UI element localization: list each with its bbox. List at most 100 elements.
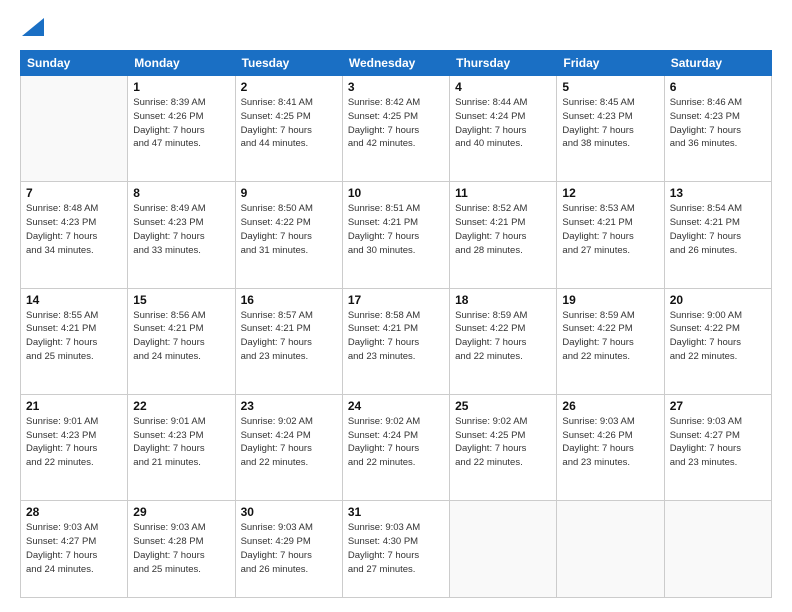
day-info: Sunrise: 9:02 AMSunset: 4:24 PMDaylight:… <box>241 415 337 470</box>
calendar-cell: 23Sunrise: 9:02 AMSunset: 4:24 PMDayligh… <box>235 394 342 500</box>
day-number: 31 <box>348 505 444 519</box>
weekday-header-tuesday: Tuesday <box>235 51 342 76</box>
calendar-cell: 25 Sunrise: 9:02 AMSunset: 4:25 PMDayligh… <box>450 394 557 500</box>
page: SundayMondayTuesdayWednesdayThursdayFrid… <box>0 0 792 612</box>
day-number: 2 <box>241 80 337 94</box>
calendar-table: SundayMondayTuesdayWednesdayThursdayFrid… <box>20 50 772 598</box>
calendar-cell: 20 Sunrise: 9:00 AMSunset: 4:22 PMDayligh… <box>664 288 771 394</box>
day-number: 29 <box>133 505 229 519</box>
day-number: 27 <box>670 399 766 413</box>
calendar-cell: 14 Sunrise: 8:55 AMSunset: 4:21 PMDayligh… <box>21 288 128 394</box>
day-number: 16 <box>241 293 337 307</box>
day-info: Sunrise: 8:58 AMSunset: 4:21 PMDaylight:… <box>348 309 444 364</box>
logo <box>20 18 44 38</box>
calendar-cell: 31 Sunrise: 9:03 AMSunset: 4:30 PMDayligh… <box>342 501 449 598</box>
calendar-cell: 18Sunrise: 8:59 AMSunset: 4:22 PMDayligh… <box>450 288 557 394</box>
day-info: Sunrise: 8:41 AMSunset: 4:25 PMDaylight:… <box>241 96 337 151</box>
calendar-cell: 29 Sunrise: 9:03 AMSunset: 4:28 PMDayligh… <box>128 501 235 598</box>
calendar-cell: 26Sunrise: 9:03 AMSunset: 4:26 PMDayligh… <box>557 394 664 500</box>
day-info: Sunrise: 8:44 AMSunset: 4:24 PMDaylight:… <box>455 96 551 151</box>
calendar-cell: 9 Sunrise: 8:50 AMSunset: 4:22 PMDaylight… <box>235 182 342 288</box>
calendar-cell: 5Sunrise: 8:45 AMSunset: 4:23 PMDaylight… <box>557 76 664 182</box>
day-number: 7 <box>26 186 122 200</box>
day-number: 12 <box>562 186 658 200</box>
day-info: Sunrise: 8:59 AMSunset: 4:22 PMDaylight:… <box>455 309 551 364</box>
weekday-header-saturday: Saturday <box>664 51 771 76</box>
day-number: 24 <box>348 399 444 413</box>
day-info: Sunrise: 8:52 AMSunset: 4:21 PMDaylight:… <box>455 202 551 257</box>
day-info: Sunrise: 9:03 AMSunset: 4:26 PMDaylight:… <box>562 415 658 470</box>
day-info: Sunrise: 9:03 AMSunset: 4:30 PMDaylight:… <box>348 521 444 576</box>
day-number: 22 <box>133 399 229 413</box>
weekday-header-monday: Monday <box>128 51 235 76</box>
day-number: 9 <box>241 186 337 200</box>
calendar-cell: 6 Sunrise: 8:46 AMSunset: 4:23 PMDaylight… <box>664 76 771 182</box>
day-info: Sunrise: 8:45 AMSunset: 4:23 PMDaylight:… <box>562 96 658 151</box>
day-number: 25 <box>455 399 551 413</box>
day-number: 20 <box>670 293 766 307</box>
weekday-header-thursday: Thursday <box>450 51 557 76</box>
day-number: 1 <box>133 80 229 94</box>
calendar-cell: 12 Sunrise: 8:53 AMSunset: 4:21 PMDayligh… <box>557 182 664 288</box>
calendar-cell: 11Sunrise: 8:52 AMSunset: 4:21 PMDayligh… <box>450 182 557 288</box>
calendar-cell <box>21 76 128 182</box>
day-info: Sunrise: 9:03 AMSunset: 4:27 PMDaylight:… <box>26 521 122 576</box>
day-info: Sunrise: 9:03 AMSunset: 4:28 PMDaylight:… <box>133 521 229 576</box>
day-number: 8 <box>133 186 229 200</box>
weekday-header-row: SundayMondayTuesdayWednesdayThursdayFrid… <box>21 51 772 76</box>
day-info: Sunrise: 8:53 AMSunset: 4:21 PMDaylight:… <box>562 202 658 257</box>
day-number: 15 <box>133 293 229 307</box>
day-info: Sunrise: 8:48 AMSunset: 4:23 PMDaylight:… <box>26 202 122 257</box>
calendar-week-3: 14 Sunrise: 8:55 AMSunset: 4:21 PMDayligh… <box>21 288 772 394</box>
day-info: Sunrise: 9:03 AMSunset: 4:29 PMDaylight:… <box>241 521 337 576</box>
calendar-cell: 8Sunrise: 8:49 AMSunset: 4:23 PMDaylight… <box>128 182 235 288</box>
day-number: 30 <box>241 505 337 519</box>
calendar-week-4: 21 Sunrise: 9:01 AMSunset: 4:23 PMDayligh… <box>21 394 772 500</box>
day-number: 17 <box>348 293 444 307</box>
day-number: 14 <box>26 293 122 307</box>
day-info: Sunrise: 9:02 AMSunset: 4:24 PMDaylight:… <box>348 415 444 470</box>
day-info: Sunrise: 9:02 AMSunset: 4:25 PMDaylight:… <box>455 415 551 470</box>
calendar-cell: 24 Sunrise: 9:02 AMSunset: 4:24 PMDayligh… <box>342 394 449 500</box>
calendar-cell: 2 Sunrise: 8:41 AMSunset: 4:25 PMDaylight… <box>235 76 342 182</box>
calendar-cell: 19 Sunrise: 8:59 AMSunset: 4:22 PMDayligh… <box>557 288 664 394</box>
calendar-cell: 1 Sunrise: 8:39 AMSunset: 4:26 PMDaylight… <box>128 76 235 182</box>
day-info: Sunrise: 9:03 AMSunset: 4:27 PMDaylight:… <box>670 415 766 470</box>
day-number: 10 <box>348 186 444 200</box>
day-number: 13 <box>670 186 766 200</box>
day-number: 6 <box>670 80 766 94</box>
day-info: Sunrise: 9:00 AMSunset: 4:22 PMDaylight:… <box>670 309 766 364</box>
calendar-cell: 17 Sunrise: 8:58 AMSunset: 4:21 PMDayligh… <box>342 288 449 394</box>
day-info: Sunrise: 8:55 AMSunset: 4:21 PMDaylight:… <box>26 309 122 364</box>
calendar-cell: 7 Sunrise: 8:48 AMSunset: 4:23 PMDaylight… <box>21 182 128 288</box>
day-number: 28 <box>26 505 122 519</box>
calendar-cell: 3 Sunrise: 8:42 AMSunset: 4:25 PMDaylight… <box>342 76 449 182</box>
weekday-header-friday: Friday <box>557 51 664 76</box>
calendar-week-2: 7 Sunrise: 8:48 AMSunset: 4:23 PMDaylight… <box>21 182 772 288</box>
calendar-cell: 13 Sunrise: 8:54 AMSunset: 4:21 PMDayligh… <box>664 182 771 288</box>
calendar-week-5: 28 Sunrise: 9:03 AMSunset: 4:27 PMDayligh… <box>21 501 772 598</box>
calendar-cell: 4Sunrise: 8:44 AMSunset: 4:24 PMDaylight… <box>450 76 557 182</box>
logo-icon <box>22 18 44 36</box>
day-info: Sunrise: 8:57 AMSunset: 4:21 PMDaylight:… <box>241 309 337 364</box>
header <box>20 18 772 38</box>
day-info: Sunrise: 8:42 AMSunset: 4:25 PMDaylight:… <box>348 96 444 151</box>
day-number: 21 <box>26 399 122 413</box>
calendar-cell <box>450 501 557 598</box>
calendar-week-1: 1 Sunrise: 8:39 AMSunset: 4:26 PMDaylight… <box>21 76 772 182</box>
day-info: Sunrise: 8:39 AMSunset: 4:26 PMDaylight:… <box>133 96 229 151</box>
day-info: Sunrise: 8:46 AMSunset: 4:23 PMDaylight:… <box>670 96 766 151</box>
calendar-cell: 10Sunrise: 8:51 AMSunset: 4:21 PMDayligh… <box>342 182 449 288</box>
day-info: Sunrise: 8:54 AMSunset: 4:21 PMDaylight:… <box>670 202 766 257</box>
day-info: Sunrise: 9:01 AMSunset: 4:23 PMDaylight:… <box>26 415 122 470</box>
calendar-cell <box>557 501 664 598</box>
calendar-cell <box>664 501 771 598</box>
weekday-header-wednesday: Wednesday <box>342 51 449 76</box>
calendar-cell: 30 Sunrise: 9:03 AMSunset: 4:29 PMDayligh… <box>235 501 342 598</box>
calendar-cell: 22Sunrise: 9:01 AMSunset: 4:23 PMDayligh… <box>128 394 235 500</box>
day-info: Sunrise: 8:59 AMSunset: 4:22 PMDaylight:… <box>562 309 658 364</box>
day-number: 19 <box>562 293 658 307</box>
day-number: 3 <box>348 80 444 94</box>
day-info: Sunrise: 8:50 AMSunset: 4:22 PMDaylight:… <box>241 202 337 257</box>
calendar-cell: 21 Sunrise: 9:01 AMSunset: 4:23 PMDayligh… <box>21 394 128 500</box>
